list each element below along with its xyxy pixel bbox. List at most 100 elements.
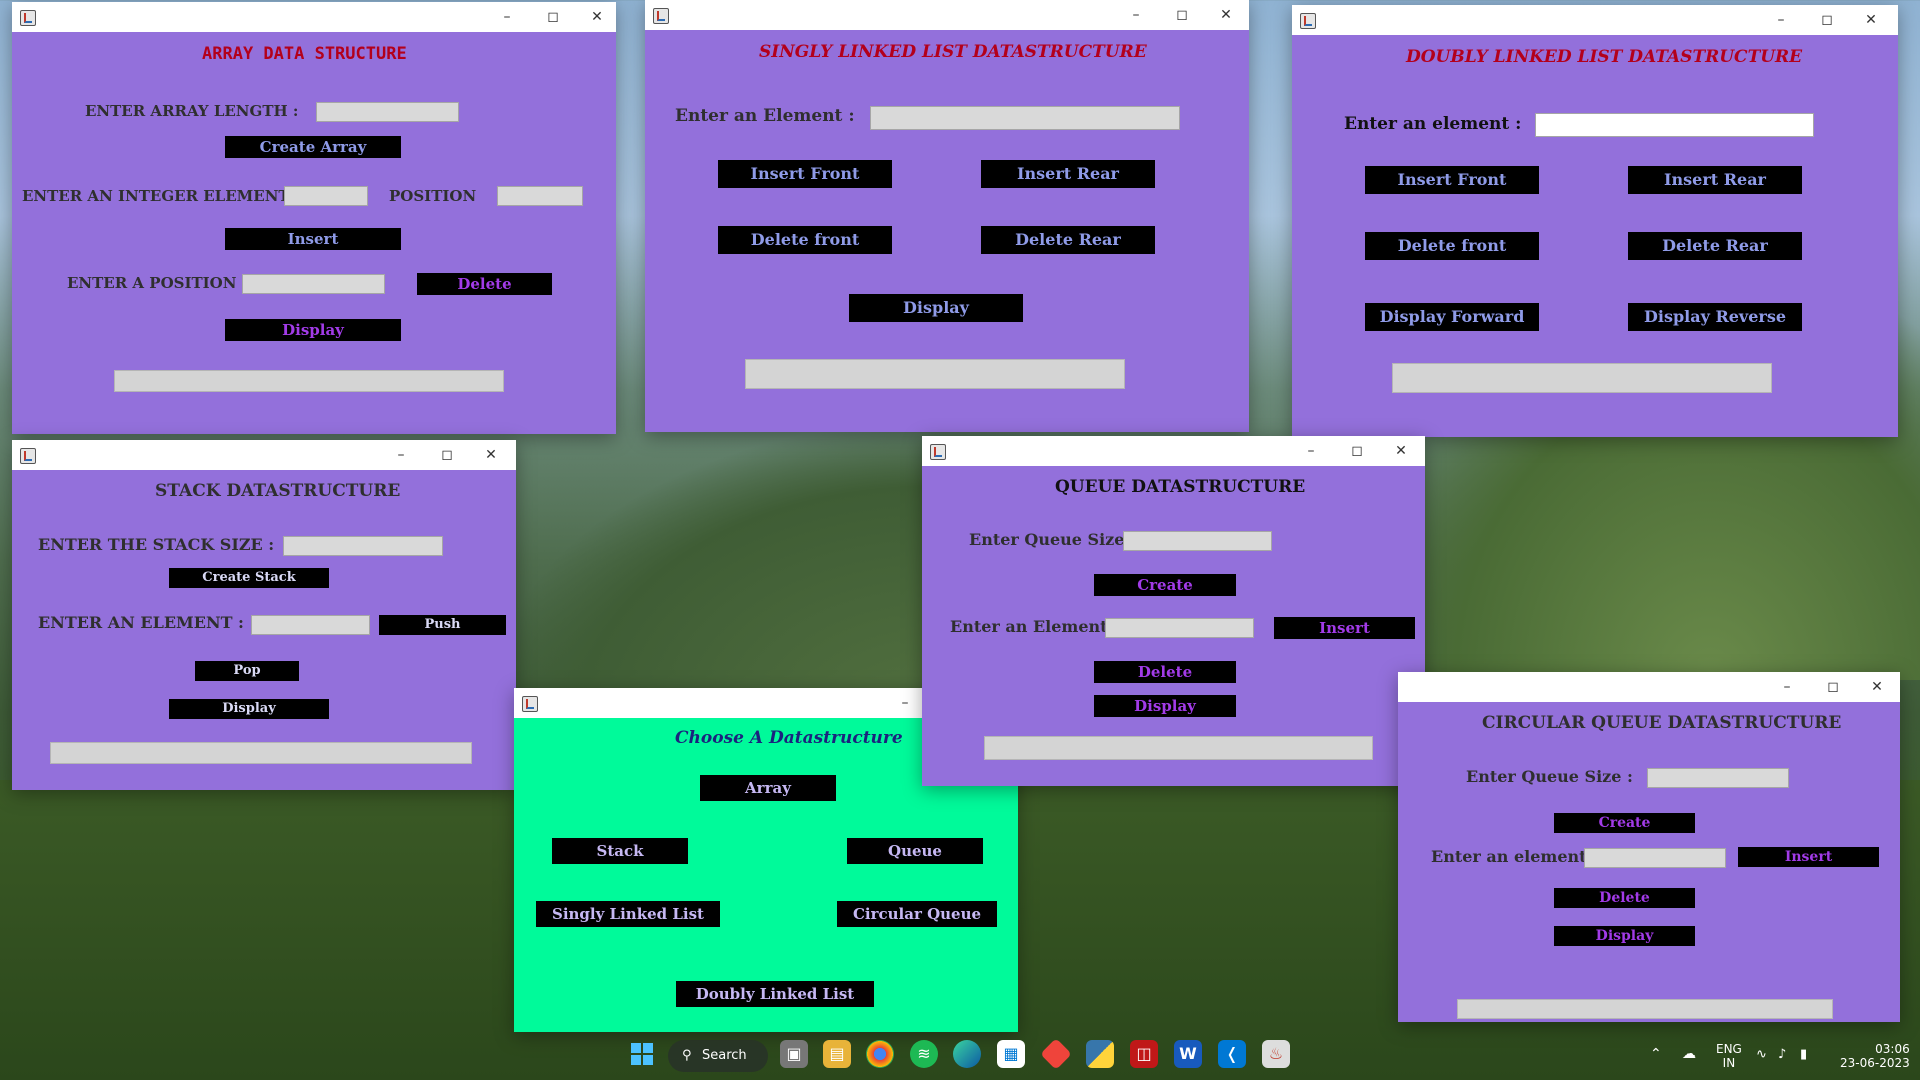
element-label: ENTER AN ELEMENT : [38,613,244,632]
delete-rear-button[interactable]: Delete Rear [981,226,1155,254]
insert-front-button[interactable]: Insert Front [718,160,892,188]
vscode-icon[interactable]: ❬ [1218,1040,1246,1068]
word-icon[interactable]: W [1174,1040,1202,1068]
clock[interactable]: 03:06 23-06-2023 [1840,1042,1910,1070]
close-button[interactable]: ✕ [1390,442,1412,460]
display-button[interactable]: Display [225,319,401,341]
stack-size-input[interactable] [283,536,443,556]
queue-button[interactable]: Queue [847,838,983,864]
window-content: SINGLY LINKED LIST DATASTRUCTURE Enter a… [645,30,1249,432]
array-window: – ◻ ✕ ARRAY DATA STRUCTURE ENTER ARRAY L… [12,2,616,434]
maximize-button[interactable]: ◻ [1171,6,1193,24]
mcafee-icon[interactable]: ◫ [1130,1040,1158,1068]
create-button[interactable]: Create [1554,813,1695,833]
insert-button[interactable]: Insert [1274,617,1415,639]
insert-rear-button[interactable]: Insert Rear [981,160,1155,188]
array-length-label: ENTER ARRAY LENGTH : [85,102,299,120]
store-icon[interactable]: ▦ [997,1040,1025,1068]
java-icon [1300,13,1316,29]
singly-linked-list-button[interactable]: Singly Linked List [536,901,720,927]
element-input[interactable] [1105,618,1254,638]
output-field [50,742,472,764]
create-button[interactable]: Create [1094,574,1236,596]
onedrive-icon[interactable]: ☁ [1682,1046,1696,1062]
display-button[interactable]: Display [849,294,1023,322]
create-array-button[interactable]: Create Array [225,136,401,158]
volume-icon[interactable]: ♪ [1778,1047,1786,1062]
delete-button[interactable]: Delete [1094,661,1236,683]
maximize-button[interactable]: ◻ [1816,11,1838,29]
delete-position-input[interactable] [242,274,385,294]
push-button[interactable]: Push [379,615,506,635]
integer-element-input[interactable] [284,186,368,206]
start-button[interactable] [628,1040,656,1068]
position-label: POSITION [389,187,477,205]
delete-button[interactable]: Delete [1554,888,1695,908]
close-button[interactable]: ✕ [1866,678,1888,696]
minimize-button[interactable]: – [894,694,916,712]
spotify-icon[interactable]: ≋ [910,1040,938,1068]
delete-front-button[interactable]: Delete front [1365,232,1539,260]
maximize-button[interactable]: ◻ [436,446,458,464]
close-button[interactable]: ✕ [1860,11,1882,29]
python-icon[interactable] [1086,1040,1114,1068]
display-button[interactable]: Display [1554,926,1695,946]
close-button[interactable]: ✕ [1215,6,1237,24]
queue-size-input[interactable] [1123,531,1272,551]
window-heading: DOUBLY LINKED LIST DATASTRUCTURE [1406,47,1803,67]
array-button[interactable]: Array [700,775,836,801]
element-input[interactable] [1584,848,1726,868]
minimize-button[interactable]: – [496,8,518,26]
chrome-icon[interactable] [866,1040,894,1068]
minimize-button[interactable]: – [1300,442,1322,460]
close-button[interactable]: ✕ [480,446,502,464]
insert-button[interactable]: Insert [1738,847,1879,867]
wifi-icon[interactable]: ∿ [1756,1047,1767,1062]
display-button[interactable]: Display [1094,695,1236,717]
create-stack-button[interactable]: Create Stack [169,568,329,588]
element-input[interactable] [870,106,1180,130]
pop-button[interactable]: Pop [195,661,299,681]
show-hidden-icons[interactable]: ⌃ [1650,1046,1662,1062]
java-app-icon[interactable]: ♨ [1262,1040,1290,1068]
edge-icon[interactable] [953,1040,981,1068]
minimize-button[interactable]: – [390,446,412,464]
clock-date: 23-06-2023 [1840,1056,1910,1070]
stack-button[interactable]: Stack [552,838,688,864]
position-input[interactable] [497,186,583,206]
display-reverse-button[interactable]: Display Reverse [1628,303,1802,331]
language-indicator[interactable]: ENG IN [1716,1042,1742,1070]
circular-queue-button[interactable]: Circular Queue [837,901,997,927]
file-explorer-icon[interactable]: ▤ [823,1040,851,1068]
array-length-input[interactable] [316,102,459,122]
display-button[interactable]: Display [169,699,329,719]
element-input[interactable] [1535,113,1814,137]
insert-rear-button[interactable]: Insert Rear [1628,166,1802,194]
delete-rear-button[interactable]: Delete Rear [1628,232,1802,260]
integer-element-label: ENTER AN INTEGER ELEMENT [22,187,290,205]
display-forward-button[interactable]: Display Forward [1365,303,1539,331]
search-label: Search [702,1048,747,1063]
element-input[interactable] [251,615,370,635]
windows-icon [631,1043,653,1065]
battery-icon[interactable]: ▮ [1800,1047,1807,1062]
circular-queue-window: – ◻ ✕ CIRCULAR QUEUE DATASTRUCTURE Enter… [1398,672,1900,1022]
search-box[interactable]: ⚲ Search [668,1040,768,1072]
queue-size-input[interactable] [1647,768,1789,788]
delete-button[interactable]: Delete [417,273,552,295]
maximize-button[interactable]: ◻ [542,8,564,26]
output-field [1457,999,1833,1019]
delete-front-button[interactable]: Delete front [718,226,892,254]
minimize-button[interactable]: – [1770,11,1792,29]
singly-linked-list-window: – ◻ ✕ SINGLY LINKED LIST DATASTRUCTURE E… [645,0,1249,432]
insert-button[interactable]: Insert [225,228,401,250]
minimize-button[interactable]: – [1125,6,1147,24]
doubly-linked-list-button[interactable]: Doubly Linked List [676,981,874,1007]
minimize-button[interactable]: – [1776,678,1798,696]
maximize-button[interactable]: ◻ [1346,442,1368,460]
close-button[interactable]: ✕ [586,8,608,26]
insert-front-button[interactable]: Insert Front [1365,166,1539,194]
title-bar: – ◻ ✕ [922,436,1425,466]
task-view-icon[interactable]: ▣ [780,1040,808,1068]
maximize-button[interactable]: ◻ [1822,678,1844,696]
